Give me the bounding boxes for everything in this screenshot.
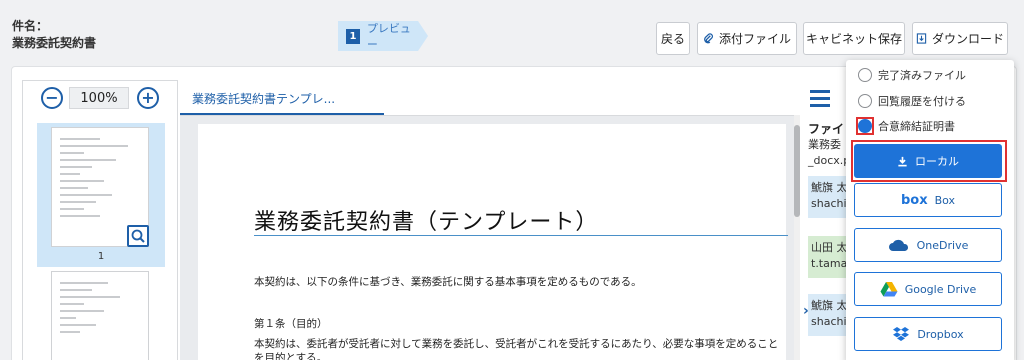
- download-dropbox-button[interactable]: Dropbox: [854, 317, 1002, 351]
- download-onedrive-label: OneDrive: [916, 238, 969, 252]
- zoom-level: 100%: [69, 87, 129, 109]
- onedrive-icon: [888, 239, 908, 251]
- document-line: を目的とする。: [254, 352, 328, 360]
- paperclip-icon: [704, 33, 713, 44]
- option-label: 完了済みファイル: [878, 69, 966, 82]
- magnify-icon[interactable]: [127, 225, 149, 247]
- dropbox-icon: [893, 327, 910, 341]
- download-local-label: ローカル: [915, 155, 959, 168]
- document-title: 業務委託契約書（テンプレート）: [254, 210, 599, 235]
- zoom-out-button[interactable]: −: [41, 87, 63, 109]
- file-name-line: _docx.p: [808, 154, 851, 167]
- step-number: 1: [346, 28, 360, 44]
- plus-icon: +: [141, 88, 155, 107]
- back-button[interactable]: 戻る: [656, 22, 690, 55]
- attach-button[interactable]: 添付ファイル: [697, 22, 797, 55]
- radio-icon[interactable]: [858, 94, 872, 108]
- cabinet-save-button-label: キャビネット保存: [805, 32, 902, 46]
- thumbnail-panel: − 100% + 1: [22, 80, 178, 360]
- step-indicator: 1 プレビュー: [338, 21, 428, 51]
- option-label: 合意締結証明書: [878, 120, 955, 133]
- document-line: 第１条（目的）: [254, 318, 328, 330]
- download-onedrive-button[interactable]: OneDrive: [854, 228, 1002, 262]
- download-box-button[interactable]: box Box: [854, 183, 1002, 217]
- file-label: ファイ: [808, 122, 845, 136]
- download-dropbox-label: Dropbox: [917, 327, 964, 341]
- document-scrollbar[interactable]: [794, 115, 800, 360]
- document-viewer: 業務委託契約書（テンプレート） 本契約は、以下の条件に基づき、業務委託に関する基…: [180, 115, 796, 360]
- option-completed-file[interactable]: 完了済みファイル: [856, 66, 966, 84]
- download-arrow-icon: [898, 156, 907, 166]
- download-google-drive-label: Google Drive: [904, 282, 977, 296]
- file-name: 業務委 _docx.p: [808, 137, 850, 169]
- title-rule: [254, 235, 788, 236]
- attach-button-label: 添付ファイル: [718, 32, 791, 46]
- radio-selected-icon[interactable]: [858, 119, 872, 133]
- chevron-right-icon[interactable]: ›: [803, 303, 809, 319]
- document-page: 業務委託契約書（テンプレート） 本契約は、以下の条件に基づき、業務委託に関する基…: [198, 124, 788, 360]
- cabinet-save-button[interactable]: キャビネット保存: [803, 22, 905, 55]
- page-number: 1: [97, 251, 105, 262]
- document-line: 本契約は、委託者が受託者に対して業務を委託し、受託者がこれを受託するにあたり、必…: [254, 338, 779, 350]
- download-google-drive-button[interactable]: Google Drive: [854, 272, 1002, 306]
- page-thumbnail-1[interactable]: 1: [37, 123, 165, 267]
- download-button-label: ダウンロード: [931, 32, 1004, 46]
- option-circulation-history[interactable]: 回覧履歴を付ける: [856, 92, 966, 110]
- box-logo-icon: box: [900, 192, 928, 208]
- subject-label: 件名：: [12, 19, 49, 33]
- menu-icon[interactable]: [810, 90, 830, 111]
- minus-icon: −: [45, 88, 59, 107]
- tab-document[interactable]: 業務委託契約書テンプレ...: [180, 80, 384, 115]
- download-icon: [916, 33, 927, 44]
- download-box-label: Box: [934, 193, 956, 207]
- file-name-line: 業務委: [808, 138, 841, 151]
- download-local-button[interactable]: ローカル: [854, 144, 1002, 178]
- back-button-label: 戻る: [660, 32, 685, 46]
- page-thumbnail-2[interactable]: [51, 271, 149, 360]
- subject-value: 業務委託契約書: [12, 36, 97, 50]
- scrollbar-thumb[interactable]: [794, 125, 800, 217]
- radio-icon[interactable]: [858, 68, 872, 82]
- google-drive-icon: [880, 282, 898, 297]
- step-label: プレビュー: [366, 22, 411, 51]
- zoom-in-button[interactable]: +: [137, 87, 159, 109]
- download-menu: 完了済みファイル 回覧履歴を付ける 合意締結証明書 ローカル box Box O…: [846, 60, 1014, 360]
- subject: 件名： 業務委託契約書: [12, 18, 96, 52]
- document-line: 本契約は、以下の条件に基づき、業務委託に関する基本事項を定めるものである。: [254, 276, 642, 288]
- download-button[interactable]: ダウンロード: [912, 22, 1008, 55]
- option-label: 回覧履歴を付ける: [878, 95, 966, 108]
- option-agreement-certificate[interactable]: 合意締結証明書: [856, 117, 955, 135]
